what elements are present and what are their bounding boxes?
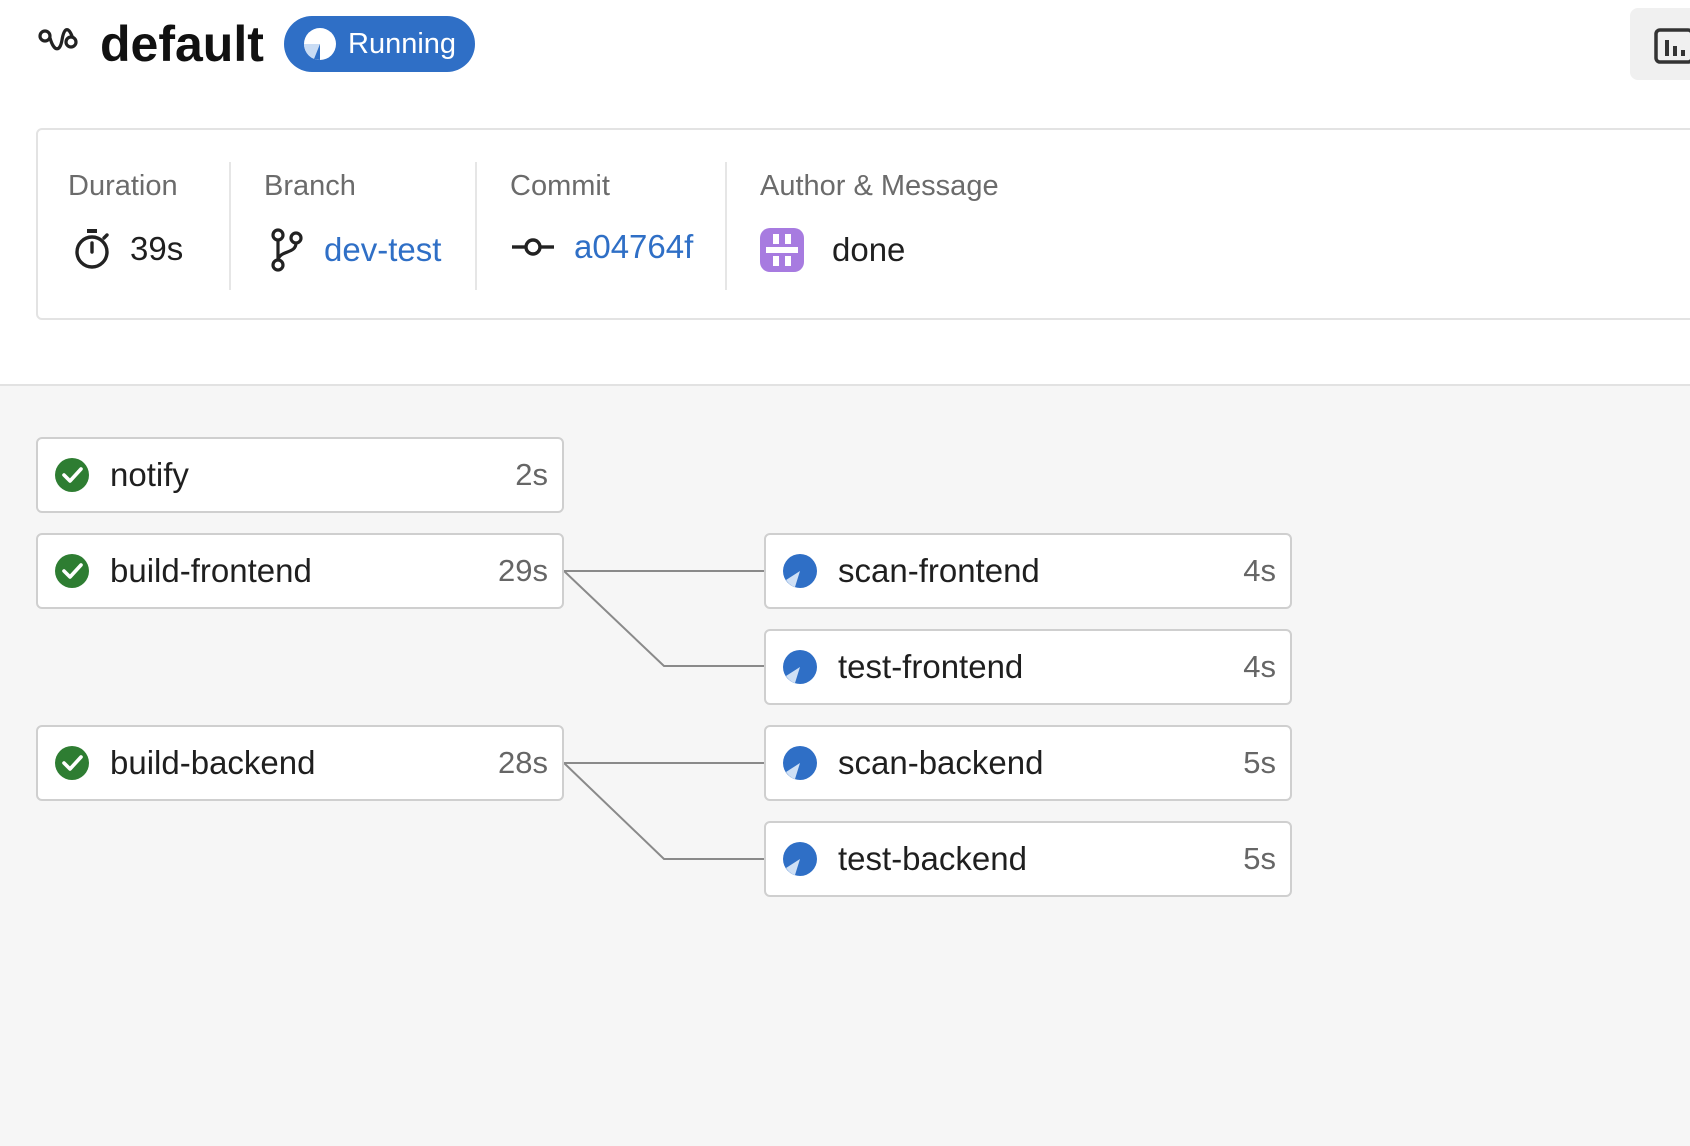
pipeline-icon — [38, 28, 78, 51]
commit-label: Commit — [510, 170, 610, 202]
stopwatch-icon — [75, 229, 109, 269]
job-duration: 2s — [515, 457, 548, 492]
success-check-icon — [55, 746, 89, 780]
job-name: test-frontend — [838, 648, 1024, 685]
job-duration: 28s — [498, 745, 548, 780]
divider — [229, 162, 231, 290]
duration-label: Duration — [68, 170, 178, 202]
divider — [475, 162, 477, 290]
chart-bar-icon — [1654, 28, 1690, 64]
job-name: scan-frontend — [838, 552, 1040, 589]
running-icon — [783, 842, 817, 876]
running-icon — [783, 650, 817, 684]
commit-message: done — [832, 231, 906, 268]
header: default Running — [0, 0, 1690, 90]
status-badge: Running — [284, 16, 475, 72]
job-name: build-frontend — [110, 552, 312, 589]
status-label: Running — [348, 27, 457, 60]
avatar — [760, 228, 804, 272]
job-node-test-backend[interactable]: test-backend 5s — [764, 821, 1292, 897]
job-node-build-backend[interactable]: build-backend 28s — [36, 725, 564, 801]
pipeline-graph: notify 2s build-frontend 29s build-backe… — [0, 384, 1690, 1146]
branch-link[interactable]: dev-test — [324, 231, 441, 269]
job-duration: 29s — [498, 553, 548, 588]
running-icon — [783, 554, 817, 588]
success-check-icon — [55, 554, 89, 588]
job-name: notify — [110, 456, 189, 493]
job-duration: 5s — [1243, 841, 1276, 876]
author-label: Author & Message — [760, 170, 999, 202]
job-duration: 5s — [1243, 745, 1276, 780]
job-name: build-backend — [110, 744, 316, 781]
stats-button[interactable] — [1630, 8, 1690, 80]
job-node-notify[interactable]: notify 2s — [36, 437, 564, 513]
job-node-build-frontend[interactable]: build-frontend 29s — [36, 533, 564, 609]
job-node-scan-backend[interactable]: scan-backend 5s — [764, 725, 1292, 801]
pipeline-info-card: Duration 39s Branch dev-test Commit a047… — [36, 128, 1690, 320]
duration-value: 39s — [130, 230, 184, 267]
job-name: test-backend — [838, 840, 1027, 877]
git-commit-icon — [512, 238, 554, 256]
job-node-scan-frontend[interactable]: scan-frontend 4s — [764, 533, 1292, 609]
git-branch-icon — [271, 228, 303, 272]
page-title: default — [100, 16, 264, 72]
running-icon — [304, 28, 336, 60]
running-icon — [783, 746, 817, 780]
job-duration: 4s — [1243, 553, 1276, 588]
divider — [725, 162, 727, 290]
success-check-icon — [55, 458, 89, 492]
job-node-test-frontend[interactable]: test-frontend 4s — [764, 629, 1292, 705]
commit-link[interactable]: a04764f — [574, 228, 693, 266]
job-duration: 4s — [1243, 649, 1276, 684]
job-name: scan-backend — [838, 744, 1044, 781]
branch-label: Branch — [264, 170, 356, 202]
